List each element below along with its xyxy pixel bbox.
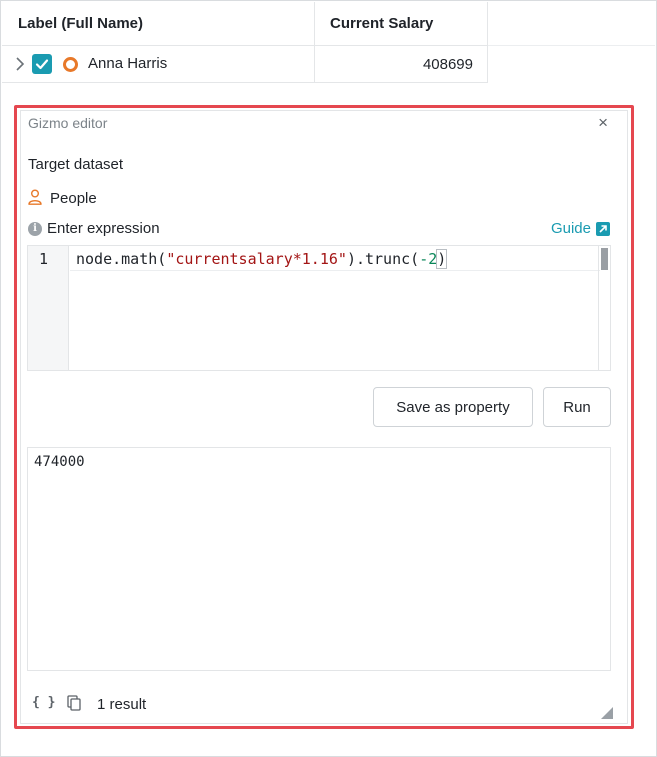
row-checkbox[interactable] — [32, 54, 52, 74]
scrollbar-thumb[interactable] — [601, 248, 608, 270]
expression-code-editor[interactable]: 1 node.math("currentsalary*1.16").trunc(… — [27, 245, 611, 371]
copy-icon[interactable] — [67, 695, 81, 711]
row-name: Anna Harris — [88, 55, 168, 72]
run-button[interactable]: Run — [543, 387, 611, 427]
gizmo-editor-panel: Gizmo editor × Target dataset People i E… — [20, 110, 628, 724]
code-token: node.math( — [76, 250, 167, 268]
resize-handle-icon[interactable] — [601, 707, 613, 719]
check-icon — [35, 59, 49, 70]
line-number: 1 — [39, 250, 49, 268]
result-output: 474000 — [27, 447, 611, 671]
expression-label: Enter expression — [47, 220, 160, 237]
panel-title: Gizmo editor — [28, 115, 108, 131]
guide-link[interactable]: Guide — [551, 220, 591, 237]
save-as-property-button[interactable]: Save as property — [373, 387, 533, 427]
chevron-right-icon[interactable] — [15, 57, 25, 71]
target-dataset-label: Target dataset — [28, 156, 124, 173]
code-number-token: -2 — [419, 250, 438, 268]
result-count: 1 result — [97, 696, 147, 713]
table-header: Label (Full Name) Current Salary — [2, 2, 488, 46]
person-icon — [28, 189, 42, 205]
node-type-icon — [63, 57, 78, 72]
external-link-icon[interactable] — [596, 222, 610, 236]
code-token: ).trunc( — [346, 250, 420, 268]
dataset-name[interactable]: People — [50, 190, 97, 207]
table-row[interactable]: Anna Harris 408699 — [2, 46, 488, 83]
json-view-icon[interactable]: { } — [32, 695, 55, 710]
results-table: Label (Full Name) Current Salary Anna Ha… — [2, 2, 488, 83]
header-filler — [488, 2, 655, 46]
code-string-token: "currentsalary*1.16" — [166, 250, 347, 268]
line-number-gutter: 1 — [28, 246, 69, 370]
result-value: 474000 — [34, 454, 85, 470]
code-line[interactable]: node.math("currentsalary*1.16").trunc(-2… — [76, 249, 448, 269]
matched-paren: ) — [436, 249, 448, 269]
close-icon[interactable]: × — [598, 113, 608, 133]
vertical-scrollbar[interactable] — [598, 246, 610, 370]
cell-salary: 408699 — [315, 46, 488, 82]
cell-label: Anna Harris — [2, 46, 315, 82]
info-icon[interactable]: i — [28, 222, 42, 236]
column-header-label[interactable]: Label (Full Name) — [2, 2, 315, 45]
column-header-salary[interactable]: Current Salary — [315, 2, 488, 45]
